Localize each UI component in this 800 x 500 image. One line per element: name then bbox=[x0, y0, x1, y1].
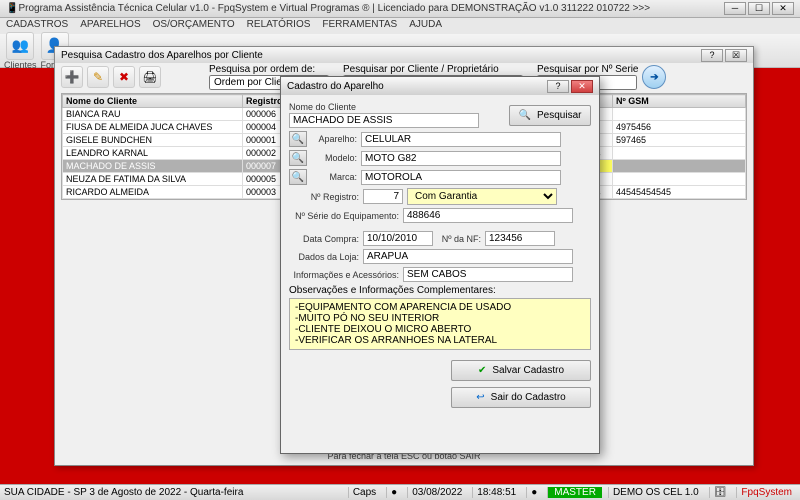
status-db-icon: 🗄 bbox=[709, 487, 731, 498]
close-button[interactable]: ✕ bbox=[772, 2, 794, 15]
dadosloja-label: Dados da Loja: bbox=[289, 252, 359, 262]
menu-ferramentas[interactable]: FERRAMENTAS bbox=[322, 19, 397, 33]
exit-icon: ↩ bbox=[476, 392, 484, 403]
main-titlebar: 📱 Programa Assistência Técnica Celular v… bbox=[0, 0, 800, 18]
minimize-button[interactable]: ─ bbox=[724, 2, 746, 15]
modal-close-button[interactable]: ✕ bbox=[571, 80, 593, 93]
status-master: MASTER bbox=[547, 487, 602, 498]
status-dot-icon: ● bbox=[526, 487, 541, 498]
menu-ajuda[interactable]: AJUDA bbox=[409, 19, 442, 33]
search-close-button[interactable]: ☒ bbox=[725, 49, 747, 62]
maximize-button[interactable]: ☐ bbox=[748, 2, 770, 15]
app-title: Programa Assistência Técnica Celular v1.… bbox=[18, 3, 724, 14]
status-caps: Caps bbox=[348, 487, 380, 498]
status-indicator-icon: ● bbox=[386, 487, 401, 498]
menu-osorcamento[interactable]: OS/ORÇAMENTO bbox=[153, 19, 235, 33]
cadastro-modal: Cadastro do Aparelho ? ✕ Nome do Cliente… bbox=[280, 76, 600, 454]
cliente-search-label: Pesquisar por Cliente / Proprietário bbox=[343, 64, 523, 75]
aparelho-lookup-icon[interactable]: 🔍 bbox=[289, 131, 307, 147]
datacompra-input[interactable] bbox=[363, 231, 433, 246]
modal-help-button[interactable]: ? bbox=[547, 80, 569, 93]
garantia-select[interactable]: Com Garantia bbox=[407, 188, 557, 205]
nreg-input[interactable] bbox=[363, 189, 403, 204]
delete-icon[interactable]: ✖ bbox=[113, 66, 135, 88]
search-window-title: Pesquisa Cadastro dos Aparelhos por Clie… bbox=[61, 50, 263, 61]
ordem-label: Pesquisa por ordem de: bbox=[209, 64, 329, 75]
modelo-lookup-icon[interactable]: 🔍 bbox=[289, 150, 307, 166]
menubar: CADASTROS APARELHOS OS/ORÇAMENTO RELATÓR… bbox=[0, 18, 800, 34]
marca-input[interactable] bbox=[361, 170, 561, 185]
status-brand: FpqSystem bbox=[736, 487, 796, 498]
infoacess-input[interactable] bbox=[403, 267, 573, 282]
aparelho-label: Aparelho: bbox=[311, 134, 357, 144]
nome-input[interactable] bbox=[289, 113, 479, 128]
menu-aparelhos[interactable]: APARELHOS bbox=[80, 19, 140, 33]
serie-search-label: Pesquisar por Nº Serie bbox=[537, 64, 638, 75]
sair-button[interactable]: ↩ Sair do Cadastro bbox=[451, 387, 591, 408]
dadosloja-input[interactable] bbox=[363, 249, 573, 264]
menu-relatorios[interactable]: RELATÓRIOS bbox=[247, 19, 311, 33]
col-nome[interactable]: Nome do Cliente bbox=[63, 95, 243, 108]
go-search-button[interactable]: ➔ bbox=[642, 65, 666, 89]
infoacess-label: Informações e Acessórios: bbox=[289, 270, 399, 280]
datacompra-label: Data Compra: bbox=[289, 234, 359, 244]
status-demo: DEMO OS CEL 1.0 bbox=[608, 487, 703, 498]
modelo-label: Modelo: bbox=[311, 153, 357, 163]
add-icon[interactable]: ➕ bbox=[61, 66, 83, 88]
pesquisar-button[interactable]: 🔍 Pesquisar bbox=[509, 105, 591, 126]
ndanf-input[interactable] bbox=[485, 231, 555, 246]
marca-label: Marca: bbox=[311, 172, 357, 182]
modal-title: Cadastro do Aparelho bbox=[287, 81, 384, 92]
nome-label: Nome do Cliente bbox=[289, 102, 356, 112]
clients-icon[interactable]: 👥 bbox=[6, 32, 34, 60]
check-icon: ✔ bbox=[478, 365, 486, 376]
nserie-label: Nº Série do Equipamento: bbox=[289, 211, 399, 221]
status-city: SUA CIDADE - SP 3 de Agosto de 2022 - Qu… bbox=[4, 487, 243, 498]
status-date: 03/08/2022 bbox=[407, 487, 466, 498]
statusbar: SUA CIDADE - SP 3 de Agosto de 2022 - Qu… bbox=[0, 484, 800, 500]
print-icon[interactable]: 🖨 bbox=[139, 66, 161, 88]
app-icon: 📱 bbox=[6, 3, 18, 14]
status-time: 18:48:51 bbox=[472, 487, 520, 498]
salvar-button[interactable]: ✔ Salvar Cadastro bbox=[451, 360, 591, 381]
modelo-input[interactable] bbox=[361, 151, 561, 166]
nserie-input[interactable] bbox=[403, 208, 573, 223]
search-icon: 🔍 bbox=[519, 110, 531, 121]
marca-lookup-icon[interactable]: 🔍 bbox=[289, 169, 307, 185]
obs-label: Observações e Informações Complementares… bbox=[289, 285, 496, 296]
nreg-label: Nº Registro: bbox=[289, 192, 359, 202]
edit-icon[interactable]: ✎ bbox=[87, 66, 109, 88]
col-ngsm[interactable]: Nº GSM bbox=[613, 95, 746, 108]
aparelho-input[interactable] bbox=[361, 132, 561, 147]
obs-textarea[interactable]: -EQUIPAMENTO COM APARENCIA DE USADO-MUIT… bbox=[289, 298, 591, 350]
search-help-button[interactable]: ? bbox=[701, 49, 723, 62]
ndanf-label: Nº da NF: bbox=[437, 234, 481, 244]
